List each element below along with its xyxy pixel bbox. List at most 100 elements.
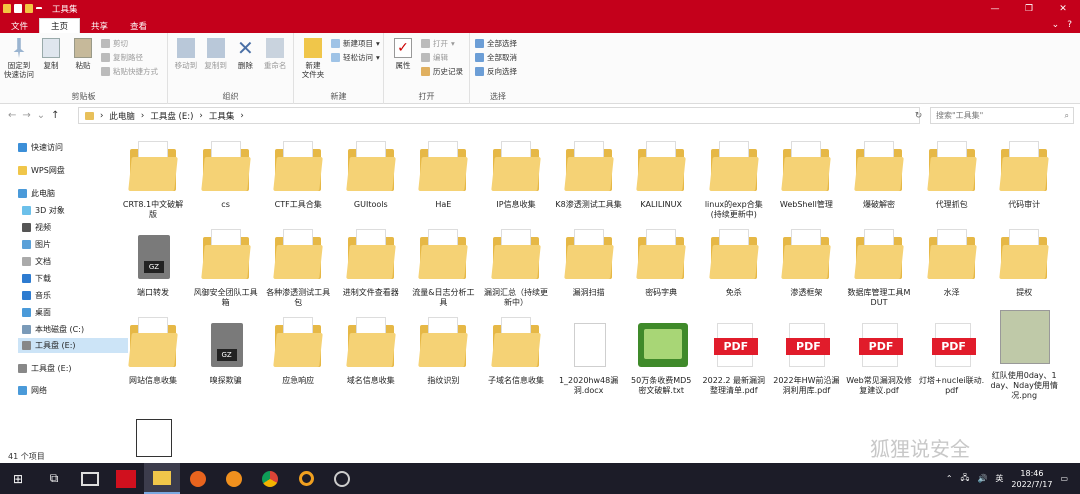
tab-home[interactable]: 主页 (39, 18, 81, 33)
file-name: 指纹识别 (427, 376, 460, 385)
file-item[interactable]: CRT8.1中文破解版 (119, 137, 187, 225)
file-item[interactable]: 流量&日志分析工具 (409, 225, 477, 313)
close-button[interactable]: ✕ (1046, 0, 1080, 17)
file-item[interactable]: GZ 端口转发 (119, 225, 187, 313)
file-item[interactable]: 漏洞扫描 (555, 225, 623, 313)
file-item[interactable]: linux的exp合集(持续更新中) (700, 137, 768, 225)
file-item[interactable]: 密码字典 (627, 225, 695, 313)
select-none-button[interactable]: 全部取消 (475, 52, 517, 63)
clock[interactable]: 18:46 2022/7/17 (1011, 468, 1052, 490)
file-item[interactable]: 域名信息收集 (337, 313, 405, 401)
tab-view[interactable]: 查看 (119, 18, 158, 33)
file-item[interactable]: 渗透框架 (772, 225, 840, 313)
file-item[interactable]: K8渗透测试工具集 (555, 137, 623, 225)
task-view-icon[interactable]: ⧉ (36, 463, 72, 494)
file-item[interactable]: 水泽 (918, 225, 986, 313)
chrome-icon[interactable] (252, 463, 288, 494)
firefox-icon[interactable] (216, 463, 252, 494)
chevron-up-icon[interactable]: ⌃ (946, 474, 953, 483)
file-item[interactable]: 代码审计 (990, 137, 1058, 225)
search-input[interactable]: 搜索"工具集" ⌕ (930, 107, 1074, 124)
cut-button[interactable]: 剪切 (101, 38, 158, 49)
paste-shortcut-button[interactable]: 粘贴快捷方式 (101, 66, 158, 77)
nav-tool-e-2[interactable]: 工具盘 (E:) (18, 361, 128, 376)
file-item[interactable]: HaE (409, 137, 477, 225)
file-item[interactable]: 网站信息收集 (119, 313, 187, 401)
easy-access-button[interactable]: 轻松访问 ▾ (331, 52, 380, 63)
file-item[interactable]: 进制文件查看器 (337, 225, 405, 313)
tab-file[interactable]: 文件 (0, 18, 40, 33)
file-item[interactable]: WebShell管理 (772, 137, 840, 225)
select-all-button[interactable]: 全部选择 (475, 38, 517, 49)
refresh-icon[interactable]: ↻ (910, 107, 927, 124)
network-icon[interactable]: 🖧 (961, 472, 970, 486)
file-item[interactable]: PDF Web常见漏洞及修复建议.pdf (845, 313, 913, 401)
file-item[interactable]: PDF 2022年HW前沿漏洞利用库.pdf (772, 313, 840, 401)
file-item[interactable]: cs (192, 137, 260, 225)
breadcrumb-this-pc[interactable]: 此电脑 (109, 110, 135, 122)
file-item[interactable]: 爆破解密 (845, 137, 913, 225)
organize-group-label: 组织 (222, 92, 239, 101)
copy-path-button[interactable]: 复制路径 (101, 52, 158, 63)
file-item[interactable]: 各种渗透测试工具包 (264, 225, 332, 313)
breadcrumb-folder[interactable]: 工具集 (209, 110, 235, 122)
app-red-icon[interactable] (108, 463, 144, 494)
file-item[interactable]: PDF 灯塔+nuclei联动.pdf (918, 313, 986, 401)
firefox-icon[interactable] (180, 463, 216, 494)
file-item[interactable]: 1_2020hw48漏洞.docx (555, 313, 623, 401)
nav-quick-access[interactable]: 快速访问 (18, 140, 128, 155)
file-item[interactable]: 红队使用0day、1day、Nday使用情况.png (990, 310, 1058, 401)
folder-icon (850, 225, 908, 285)
file-explorer-icon[interactable] (144, 463, 180, 494)
file-item[interactable]: PDF 2022.2 最新漏洞整理清单.pdf (700, 313, 768, 401)
invert-selection-button[interactable]: 反向选择 (475, 66, 517, 77)
new-item-button[interactable]: 新建项目 ▾ (331, 38, 380, 49)
app-icon[interactable] (72, 463, 108, 494)
file-item[interactable]: 免杀 (700, 225, 768, 313)
app-icon[interactable] (324, 463, 360, 494)
edit-button[interactable]: 编辑 (421, 52, 463, 63)
nav-network[interactable]: 网络 (18, 383, 128, 398)
folder-icon[interactable] (3, 4, 11, 13)
chevron-down-icon[interactable]: ⌄ (1052, 20, 1060, 30)
nav-this-pc[interactable]: 此电脑 (18, 186, 128, 201)
address-bar[interactable]: › 此电脑 › 工具盘 (E:) › 工具集 › (78, 107, 920, 124)
file-item[interactable]: 代理抓包 (918, 137, 986, 225)
search-app-icon[interactable] (288, 463, 324, 494)
chevron-down-icon[interactable] (36, 6, 42, 11)
file-item[interactable]: 风御安全团队工具箱 (192, 225, 260, 313)
file-item[interactable]: CTF工具合集 (264, 137, 332, 225)
file-item[interactable]: 数据库管理工具MDUT (845, 225, 913, 313)
maximize-button[interactable]: ❐ (1012, 0, 1046, 17)
up-arrow-icon[interactable]: ↑ (51, 110, 59, 121)
folder-icon (342, 313, 400, 373)
file-item[interactable]: KALILINUX (627, 137, 695, 225)
open-button[interactable]: 打开 ▾ (421, 38, 463, 49)
volume-icon[interactable]: 🔊 (977, 474, 987, 483)
notification-icon[interactable]: ▭ (1060, 474, 1068, 483)
file-item[interactable]: GZ 嗅探欺骗 (192, 313, 260, 401)
nav-tool-e[interactable]: 工具盘 (E:) (18, 338, 128, 353)
start-button[interactable]: ⊞ (0, 463, 36, 494)
file-item[interactable]: GUItools (337, 137, 405, 225)
ime-indicator[interactable]: 英 (995, 473, 1003, 484)
file-item[interactable]: 50万条收费MD5密文破解.txt (627, 313, 695, 401)
file-item[interactable]: 漏洞汇总（持续更新中） (482, 225, 550, 313)
file-item[interactable]: IP信息收集 (482, 137, 550, 225)
back-arrow-icon[interactable]: ← (8, 110, 16, 121)
help-icon[interactable]: ? (1067, 20, 1072, 30)
computer-icon (18, 189, 27, 198)
tab-share[interactable]: 共享 (80, 18, 119, 33)
history-button[interactable]: 历史记录 (421, 66, 463, 77)
file-item[interactable]: 提权 (990, 225, 1058, 313)
breadcrumb-drive[interactable]: 工具盘 (E:) (150, 110, 193, 122)
file-item[interactable]: 指纹识别 (409, 313, 477, 401)
nav-wps[interactable]: WPS网盘 (18, 163, 128, 178)
chevron-down-icon[interactable]: ⌄ (37, 110, 45, 121)
file-item[interactable]: 应急响应 (264, 313, 332, 401)
file-item[interactable]: 子域名信息收集 (482, 313, 550, 401)
minimize-button[interactable]: — (978, 0, 1012, 17)
new-folder-icon[interactable] (25, 4, 33, 13)
properties-icon[interactable] (14, 4, 22, 13)
forward-arrow-icon[interactable]: → (22, 110, 30, 121)
